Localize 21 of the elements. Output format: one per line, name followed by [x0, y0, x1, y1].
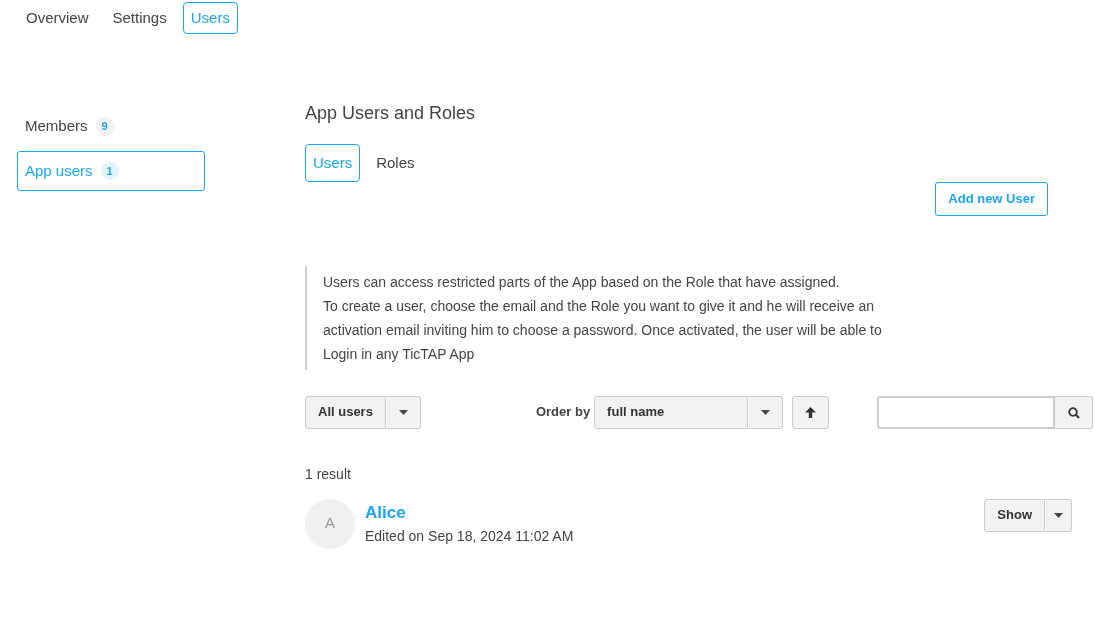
sidebar-item[interactable]: Members 9 — [17, 106, 205, 147]
arrow-up-icon — [805, 407, 817, 419]
description-text: To create a user, choose the email and the Role you want to give it and he will receive an activation email inviting him to choose a password. Once activated, the user will be able to Login in any TicTAP App — [323, 296, 883, 364]
tab[interactable]: Roles — [368, 144, 423, 182]
nav-tab[interactable]: Overview — [18, 2, 97, 34]
nav-tab[interactable]: Settings — [104, 2, 175, 34]
section-title: App Users and Roles — [305, 102, 477, 125]
sort-direction-button[interactable] — [792, 395, 830, 429]
count-badge: 9 — [95, 117, 114, 136]
search-button[interactable] — [1055, 395, 1094, 429]
search-field[interactable] — [877, 395, 1056, 429]
caret-icon — [761, 409, 771, 415]
order-label: Order by — [535, 403, 591, 422]
description-text: Users can access restricted parts of the App based on the Role that have assigned. — [323, 272, 841, 292]
result-count: 1 result — [305, 464, 352, 484]
edited-text: Edited on Sep 18, 2024 11:02 AM — [365, 526, 575, 546]
caret-icon — [1054, 512, 1063, 518]
user-avatar: A — [305, 498, 355, 549]
count-badge: 1 — [100, 161, 119, 180]
search-icon — [1067, 406, 1080, 419]
caret-icon — [398, 410, 408, 416]
